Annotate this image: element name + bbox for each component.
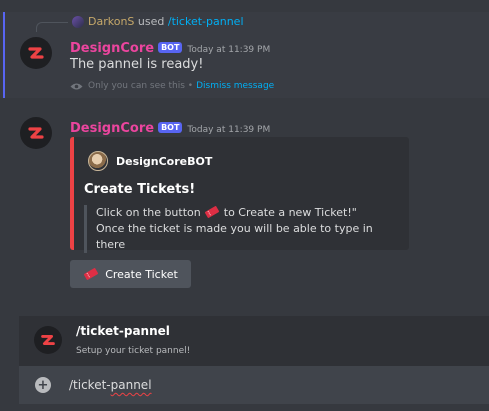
designcore-logo-icon: [28, 47, 44, 59]
message-input[interactable]: /ticket-pannel: [69, 378, 152, 392]
input-value-prefix: /ticket-: [69, 378, 111, 392]
message2-header: DesignCore BOT Today at 11:39 PM: [70, 117, 270, 136]
designcore-avatar-2[interactable]: [20, 117, 52, 149]
embed-author-avatar: [88, 151, 108, 171]
ticket-embed: DesignCoreBOT Create Tickets! Click on t…: [70, 137, 409, 253]
embed-author: DesignCoreBOT: [88, 151, 212, 171]
message2-author[interactable]: DesignCore: [70, 121, 154, 136]
reply-context[interactable]: DarkonS used /ticket-pannel: [88, 15, 244, 28]
designcore-logo-icon: [41, 334, 55, 346]
reply-used-label: used: [137, 15, 165, 28]
ticket-icon: [205, 206, 220, 218]
embed-author-name: DesignCoreBOT: [116, 154, 213, 168]
embed-line1-a: Click on the button: [96, 206, 201, 219]
reply-command[interactable]: /ticket-pannel: [168, 15, 244, 28]
command-description: Setup your ticket pannel!: [76, 346, 191, 356]
dismiss-message-link[interactable]: Dismiss message: [196, 81, 274, 91]
designcore-avatar[interactable]: [20, 37, 52, 69]
message1-author[interactable]: DesignCore: [70, 41, 154, 56]
message-input-bar[interactable]: + /ticket-pannel: [19, 366, 489, 404]
create-ticket-label: Create Ticket: [105, 267, 178, 281]
create-ticket-button[interactable]: Create Ticket: [70, 260, 191, 288]
reply-user-avatar[interactable]: [72, 16, 84, 28]
embed-line2: Once the ticket is made you will be able…: [96, 222, 373, 251]
command-name: /ticket-pannel: [76, 324, 170, 338]
add-attachment-icon[interactable]: +: [35, 377, 51, 393]
command-app-avatar: [34, 326, 62, 354]
message1-header: DesignCore BOT Today at 11:39 PM: [70, 37, 270, 56]
input-value-misspelled: pannel: [110, 378, 152, 392]
ephemeral-note: Only you can see this • Dismiss message: [70, 81, 274, 91]
embed-title: Create Tickets!: [84, 182, 196, 197]
ticket-icon: [84, 268, 99, 280]
message1-timestamp: Today at 11:39 PM: [187, 45, 271, 55]
message1-content: The pannel is ready!: [70, 57, 204, 72]
bot-badge: BOT: [158, 42, 183, 53]
ephemeral-message-bar: [3, 12, 5, 98]
embed-description: Click on the button to Create a new Tick…: [84, 205, 402, 253]
reply-connector: [36, 22, 68, 32]
embed-line1-b: to Create a new Ticket!": [223, 206, 357, 219]
eye-icon: [70, 83, 83, 89]
message2-timestamp: Today at 11:39 PM: [187, 125, 271, 135]
reply-username[interactable]: DarkonS: [88, 15, 134, 28]
bot-badge: BOT: [158, 122, 183, 133]
command-suggestion[interactable]: /ticket-pannel Setup your ticket pannel!: [19, 316, 489, 366]
designcore-logo-icon: [28, 127, 44, 139]
ephemeral-text: Only you can see this •: [88, 81, 194, 91]
